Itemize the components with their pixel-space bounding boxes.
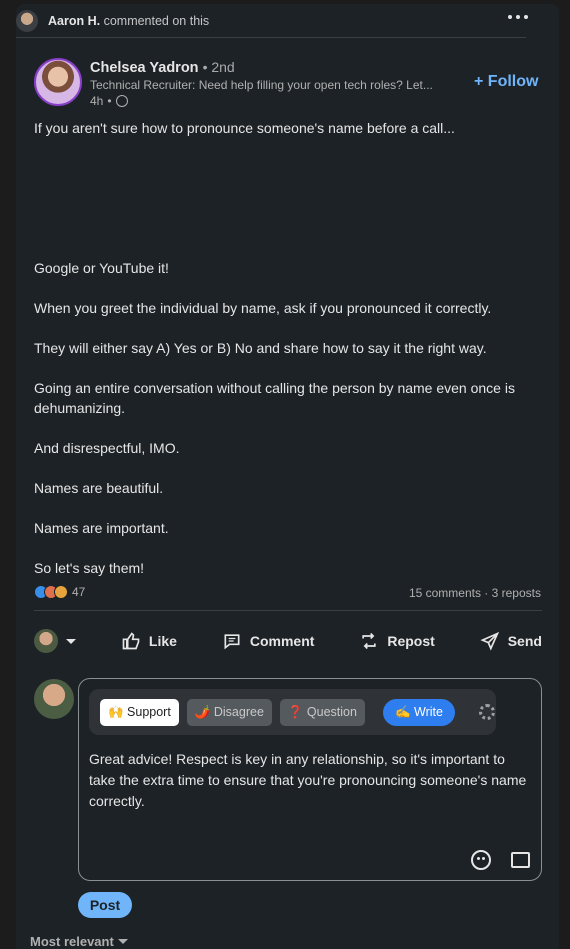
- comment-composer[interactable]: 🙌 Support 🌶️ Disagree ❓ Question ✍️ Writ…: [78, 678, 542, 881]
- post-line: When you greet the individual by name, a…: [34, 300, 492, 316]
- post-line: If you aren't sure how to pronounce some…: [34, 120, 455, 136]
- post-line: Names are important.: [34, 520, 169, 536]
- activity-text: Aaron H. commented on this: [48, 14, 209, 28]
- divider: [34, 610, 542, 611]
- ai-suggestion-bar: 🙌 Support 🌶️ Disagree ❓ Question ✍️ Writ…: [89, 689, 496, 735]
- author-name-row: Chelsea Yadron • 2nd: [90, 59, 235, 76]
- like-button[interactable]: Like: [121, 631, 177, 651]
- disagree-chip[interactable]: 🌶️ Disagree: [186, 698, 272, 726]
- post-line: Names are beautiful.: [34, 480, 164, 496]
- chevron-down-icon: [66, 638, 76, 644]
- action-bar: Like Comment Repost Send: [34, 622, 542, 660]
- post-line: So let's say them!: [34, 560, 145, 576]
- comment-input[interactable]: Great advice! Respect is key in any rela…: [89, 749, 529, 812]
- activity-header: Aaron H. commented on this: [16, 8, 528, 38]
- post-line: And disrespectful, IMO.: [34, 440, 180, 456]
- comment-button[interactable]: Comment: [222, 631, 314, 651]
- insightful-reaction-icon: [54, 585, 68, 599]
- comment-icon: [224, 634, 240, 650]
- reaction-count: 47: [72, 585, 86, 599]
- post-body: If you aren't sure how to pronounce some…: [34, 118, 544, 578]
- actor-name[interactable]: Aaron H.: [48, 14, 100, 28]
- post-line: They will either say A) Yes or B) No and…: [34, 340, 487, 356]
- comments-reposts-count[interactable]: 15 comments · 3 reposts: [409, 586, 541, 600]
- send-icon: [480, 631, 499, 651]
- author-avatar[interactable]: [34, 58, 82, 106]
- image-icon[interactable]: [511, 852, 530, 868]
- write-chip[interactable]: ✍️ Write: [382, 698, 455, 726]
- chevron-down-icon: [117, 939, 128, 944]
- post-line: Google or YouTube it!: [34, 260, 169, 276]
- actor-avatar-small: [34, 629, 58, 653]
- reactions-summary[interactable]: 47: [34, 585, 85, 599]
- reaction-avatar-selector[interactable]: [34, 629, 76, 653]
- sort-label: Most relevant: [30, 934, 114, 949]
- post-meta: 4h •: [90, 94, 128, 108]
- globe-icon: [115, 95, 128, 107]
- post-line: Going an entire conversation without cal…: [34, 380, 515, 416]
- thumbs-up-icon: [122, 632, 140, 650]
- post-time: 4h: [90, 94, 104, 108]
- more-options-icon[interactable]: [508, 15, 528, 19]
- question-chip[interactable]: ❓ Question: [279, 698, 365, 726]
- repost-button[interactable]: Repost: [359, 631, 435, 651]
- actor-avatar[interactable]: [16, 9, 38, 32]
- support-chip[interactable]: 🙌 Support: [100, 698, 179, 726]
- follow-button[interactable]: + Follow: [474, 73, 538, 91]
- sort-dropdown[interactable]: Most relevant: [30, 934, 128, 949]
- activity-action: commented on this: [103, 13, 210, 28]
- send-button[interactable]: Send: [480, 631, 542, 651]
- gear-icon[interactable]: [478, 704, 495, 720]
- author-headline: Technical Recruiter: Need help filling y…: [90, 78, 433, 92]
- repost-icon: [362, 632, 377, 650]
- emoji-icon[interactable]: [471, 850, 491, 870]
- author-degree: 2nd: [211, 59, 235, 75]
- author-name[interactable]: Chelsea Yadron: [90, 60, 199, 76]
- commenter-avatar[interactable]: [34, 679, 74, 719]
- post-comment-button[interactable]: Post: [78, 892, 132, 918]
